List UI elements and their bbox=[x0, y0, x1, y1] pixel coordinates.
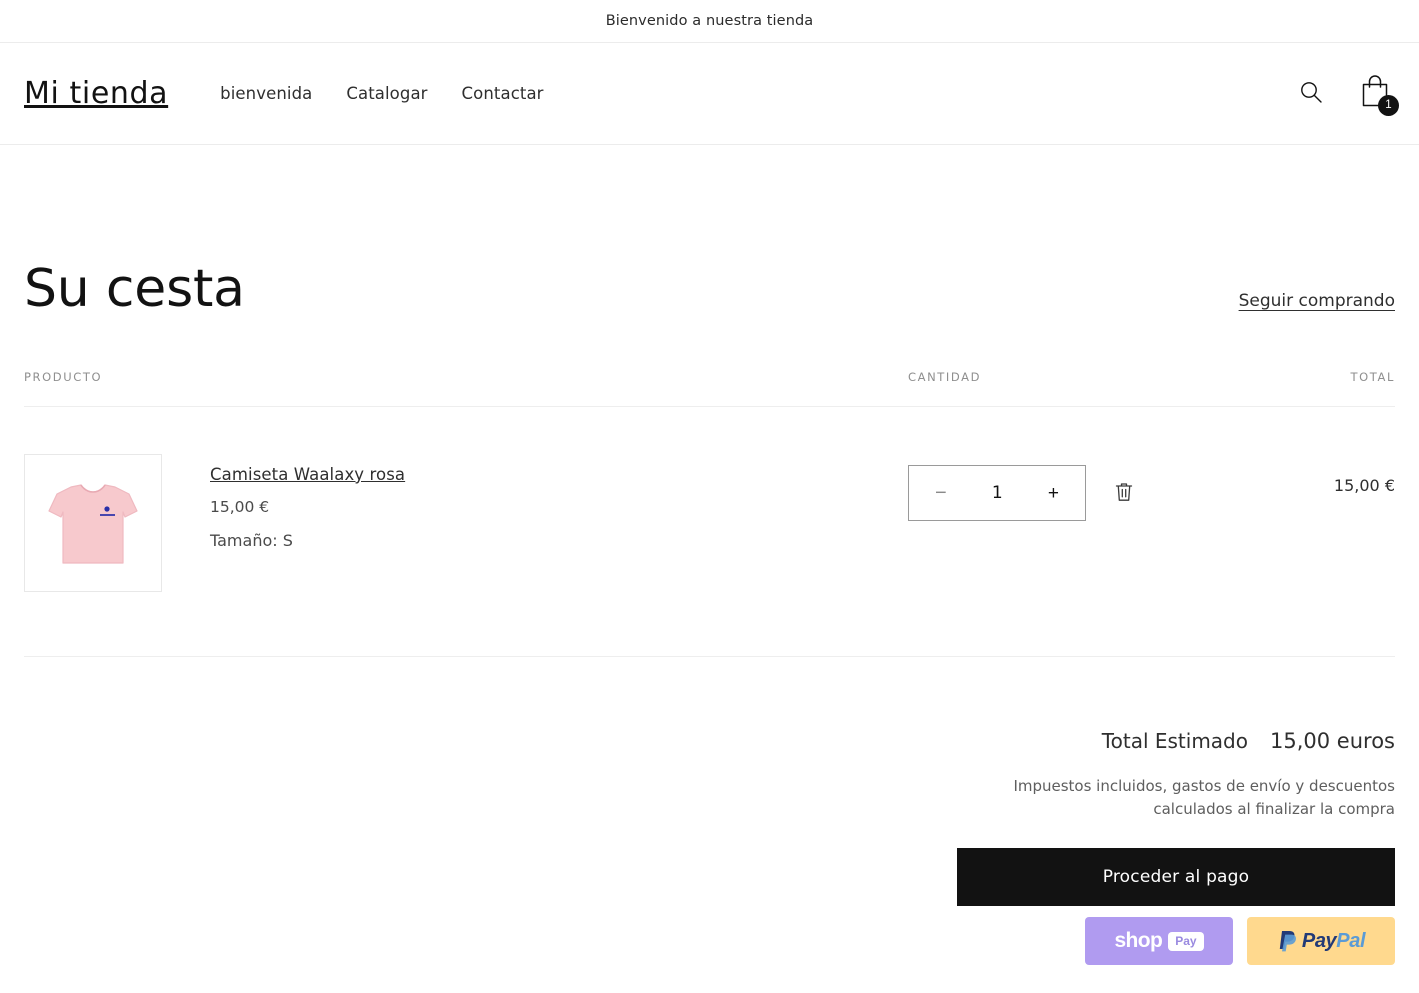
search-icon bbox=[1298, 79, 1324, 108]
paypal-mark-icon bbox=[1279, 930, 1296, 951]
paypal-button[interactable]: PayPal bbox=[1247, 917, 1395, 965]
quantity-stepper[interactable]: − + bbox=[908, 465, 1086, 521]
site-header: Mi tienda bienvenida Catalogar Contactar bbox=[0, 43, 1419, 145]
estimated-total-label: Total Estimado bbox=[1101, 729, 1248, 753]
product-unit-price: 15,00 € bbox=[210, 498, 270, 516]
paypal-p-icon bbox=[1277, 928, 1299, 955]
product-thumbnail[interactable] bbox=[24, 454, 162, 592]
announcement-text: Bienvenido a nuestra tienda bbox=[605, 13, 814, 29]
shop-pay-logo: shop Pay bbox=[1114, 929, 1204, 953]
quantity-input[interactable] bbox=[952, 483, 1042, 503]
shop-pay-pill: Pay bbox=[1168, 931, 1204, 951]
tax-shipping-note: Impuestos incluidos, gastos de envío y d… bbox=[1013, 777, 1395, 818]
cart-count-badge: 1 bbox=[1378, 94, 1399, 116]
store-logo[interactable]: Mi tienda bbox=[24, 76, 168, 111]
cart-table-header: PRODUCTO CANTIDAD TOTAL bbox=[24, 370, 1395, 407]
column-header-quantity: CANTIDAD bbox=[908, 370, 982, 384]
cart-item-product-cell: Camiseta Waalaxy rosa 15,00 € Tamaño: S bbox=[24, 454, 908, 592]
product-title[interactable]: Camiseta Waalaxy rosa bbox=[210, 465, 405, 484]
trash-icon bbox=[1114, 481, 1134, 506]
header-actions: 1 bbox=[1291, 73, 1399, 116]
main-navigation: bienvenida Catalogar Contactar bbox=[220, 84, 543, 103]
wallet-buttons: shop Pay PayPal bbox=[1085, 917, 1395, 965]
cart-table-body: Camiseta Waalaxy rosa 15,00 € Tamaño: S … bbox=[24, 407, 1395, 657]
checkout-button[interactable]: Proceder al pago bbox=[957, 848, 1395, 906]
nav-item-bienvenida[interactable]: bienvenida bbox=[220, 84, 312, 103]
nav-item-catalogar[interactable]: Catalogar bbox=[346, 84, 427, 103]
remove-item-button[interactable] bbox=[1110, 477, 1138, 510]
cart-table: PRODUCTO CANTIDAD TOTAL Camiseta Waalaxy… bbox=[24, 370, 1395, 657]
estimated-total-value: 15,00 euros bbox=[1270, 729, 1395, 753]
cart-summary: Total Estimado 15,00 euros Impuestos inc… bbox=[24, 729, 1395, 965]
shop-pay-button[interactable]: shop Pay bbox=[1085, 917, 1233, 965]
column-header-total: TOTAL bbox=[1350, 370, 1395, 384]
paypal-wordmark: PayPal bbox=[1301, 929, 1366, 953]
cart-icon-wrap: 1 bbox=[1355, 73, 1399, 116]
cart-item-line-total: 15,00 € bbox=[1333, 476, 1395, 495]
pink-tshirt-image bbox=[48, 484, 138, 564]
quantity-decrease-button[interactable]: − bbox=[929, 479, 953, 507]
shop-pay-wordmark: shop bbox=[1114, 929, 1163, 952]
continue-shopping-link[interactable]: Seguir comprando bbox=[1239, 291, 1395, 315]
column-header-product: PRODUCTO bbox=[24, 370, 103, 384]
page-title: Su cesta bbox=[24, 259, 245, 319]
cart-item-quantity-cell: − + bbox=[908, 454, 1253, 521]
paypal-logo: PayPal bbox=[1277, 928, 1366, 955]
paypal-word-pay: Pay bbox=[1301, 929, 1337, 952]
paypal-word-pal: Pal bbox=[1336, 929, 1366, 952]
quantity-increase-button[interactable]: + bbox=[1042, 480, 1065, 507]
product-info: Camiseta Waalaxy rosa 15,00 € Tamaño: S bbox=[210, 454, 405, 550]
nav-item-contactar[interactable]: Contactar bbox=[462, 84, 544, 103]
product-variant: Tamaño: S bbox=[210, 531, 293, 550]
cart-page: Su cesta Seguir comprando PRODUCTO CANTI… bbox=[0, 145, 1419, 965]
table-row: Camiseta Waalaxy rosa 15,00 € Tamaño: S … bbox=[24, 407, 1395, 592]
announcement-bar: Bienvenido a nuestra tienda bbox=[0, 0, 1419, 43]
cart-header-row: Su cesta Seguir comprando bbox=[24, 145, 1395, 315]
cart-button[interactable]: 1 bbox=[1355, 73, 1399, 116]
search-button[interactable] bbox=[1291, 74, 1331, 114]
estimated-total-row: Total Estimado 15,00 euros bbox=[1102, 729, 1395, 753]
